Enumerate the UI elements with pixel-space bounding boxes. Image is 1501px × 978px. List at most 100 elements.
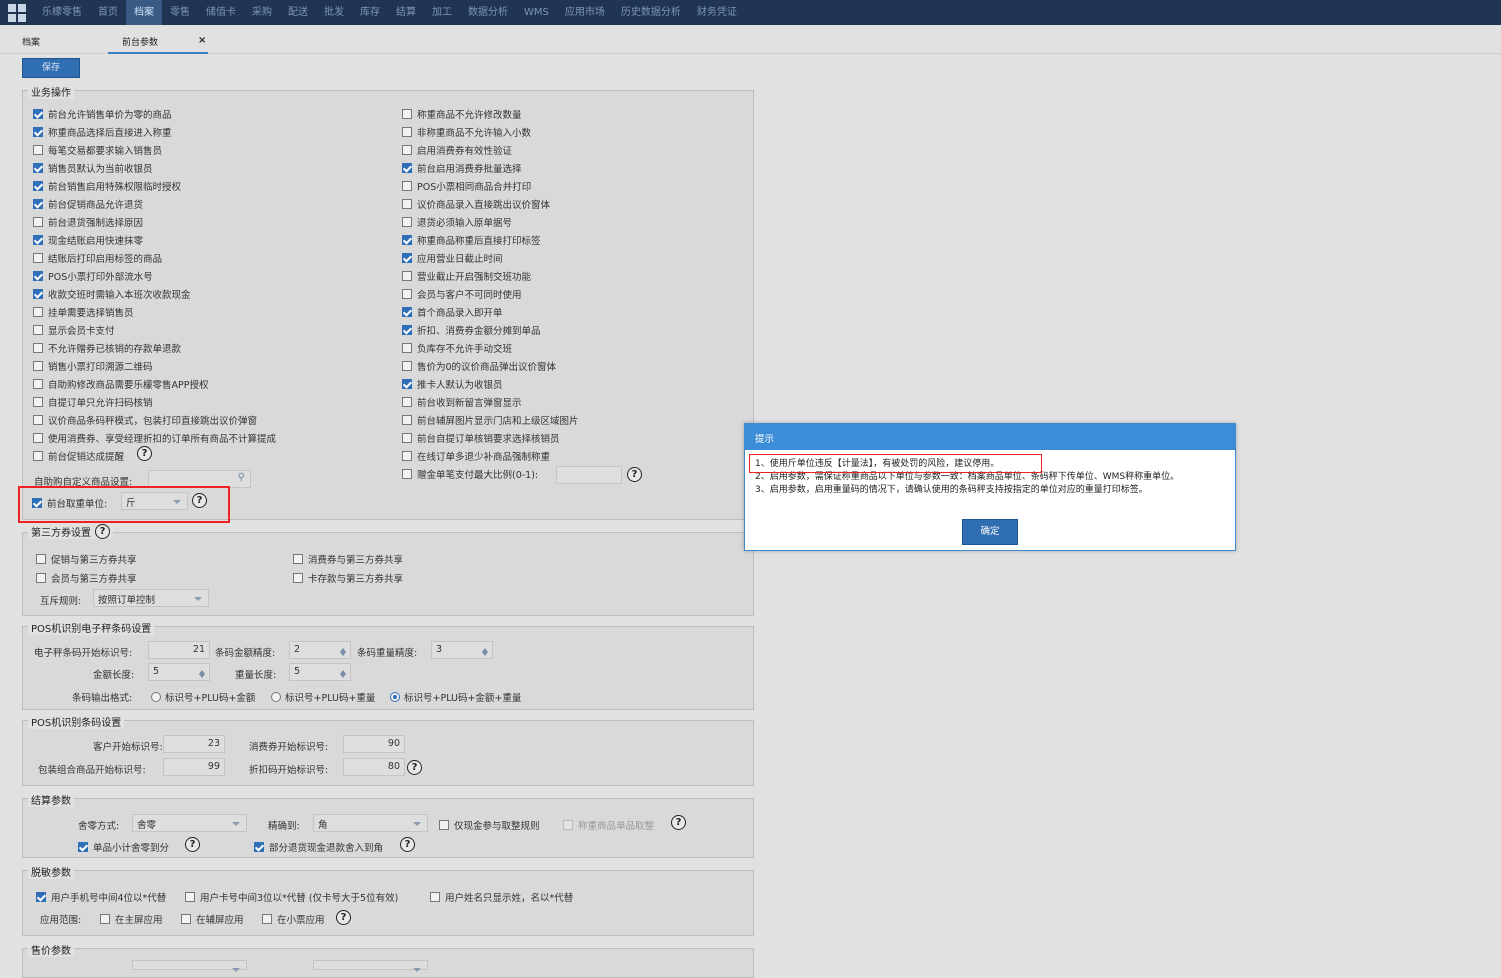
business-option-checkbox[interactable]: 前台促销商品允许退货 (33, 197, 143, 211)
nav-item[interactable]: 配送 (280, 0, 316, 25)
search-icon[interactable]: ⚲ (238, 472, 245, 483)
nav-item[interactable]: 储值卡 (198, 0, 244, 25)
business-option-checkbox[interactable]: 首个商品录入即开单 (402, 305, 503, 319)
checkbox-unchecked[interactable] (402, 469, 412, 479)
business-option-checkbox[interactable]: 在线订单多退少补商品强制称重 (402, 449, 550, 463)
nav-item[interactable]: 库存 (352, 0, 388, 25)
scale-start-input[interactable]: 21 (148, 641, 210, 659)
business-option-checkbox[interactable]: 销售小票打印溯源二维码 (33, 359, 153, 373)
checkbox-checked[interactable] (33, 163, 43, 173)
checkbox-unchecked[interactable] (402, 451, 412, 461)
business-option-checkbox[interactable]: 自助购修改商品需要乐檬零售APP授权 (33, 377, 208, 391)
nav-item[interactable]: 乐檬零售 (34, 0, 90, 25)
nav-item[interactable]: 批发 (316, 0, 352, 25)
checkbox-checked[interactable] (33, 109, 43, 119)
nav-item[interactable]: 加工 (424, 0, 460, 25)
refund-round-checkbox[interactable]: 部分退货现金退款舍入到角 (254, 840, 383, 854)
business-option-checkbox[interactable]: 应用营业日截止时间 (402, 251, 503, 265)
price-select[interactable] (132, 960, 247, 972)
checkbox-unchecked[interactable] (402, 289, 412, 299)
business-option-checkbox[interactable]: 前台允许销售单价为零的商品 (33, 107, 172, 121)
checkbox-unchecked[interactable] (402, 415, 412, 425)
help-icon[interactable]: ? (400, 837, 415, 852)
format-radio[interactable]: 标识号+PLU码+重量 (271, 690, 375, 704)
customer-input[interactable]: 23 (163, 735, 225, 753)
business-option-checkbox[interactable]: 前台启用消费券批量选择 (402, 161, 522, 175)
checkbox-checked[interactable] (402, 325, 412, 335)
checkbox-unchecked[interactable] (33, 397, 43, 407)
business-option-checkbox[interactable]: 启用消费券有效性验证 (402, 143, 512, 157)
checkbox-unchecked[interactable] (33, 361, 43, 371)
business-option-checkbox[interactable]: 前台退货强制选择原因 (33, 215, 143, 229)
checkbox-checked[interactable] (33, 271, 43, 281)
checkbox-unchecked[interactable] (33, 307, 43, 317)
checkbox-unchecked[interactable] (33, 343, 43, 353)
business-option-checkbox[interactable]: POS小票打印外部流水号 (33, 269, 153, 283)
business-option-checkbox[interactable]: 营业截止开启强制交班功能 (402, 269, 531, 283)
save-button[interactable]: 保存 (22, 58, 80, 78)
scope-ticket-checkbox[interactable]: 在小票应用 (262, 912, 325, 926)
scope-aux-checkbox[interactable]: 在辅屏应用 (181, 912, 244, 926)
weight-length-stepper[interactable]: 5 (289, 663, 351, 681)
business-option-checkbox[interactable]: 前台销售启用特殊权限临时授权 (33, 179, 181, 193)
coupon-input[interactable]: 90 (343, 735, 405, 753)
business-option-checkbox[interactable]: 显示会员卡支付 (33, 323, 115, 337)
third-party-checkbox[interactable]: 卡存款与第三方券共享 (293, 571, 403, 585)
precise-select[interactable]: 角 (313, 814, 428, 832)
checkbox-unchecked[interactable] (33, 145, 43, 155)
nav-item[interactable]: 零售 (162, 0, 198, 25)
price-select[interactable] (313, 960, 428, 972)
package-input[interactable]: 99 (163, 758, 225, 776)
business-option-checkbox[interactable]: 前台自提订单核销要求选择核销员 (402, 431, 560, 445)
name-mask-checkbox[interactable]: 用户姓名只显示姓，名以*代替 (430, 890, 573, 904)
checkbox-checked[interactable] (33, 181, 43, 191)
help-icon[interactable]: ? (627, 467, 642, 482)
cash-only-checkbox[interactable]: 仅现金参与取整规则 (439, 818, 540, 832)
format-radio[interactable]: 标识号+PLU码+金额+重量 (390, 690, 521, 704)
checkbox-checked[interactable] (402, 307, 412, 317)
app-grid-icon[interactable] (0, 0, 34, 25)
business-option-checkbox[interactable]: 销售员默认为当前收银员 (33, 161, 153, 175)
checkbox-unchecked[interactable] (402, 217, 412, 227)
business-option-checkbox[interactable]: 负库存不允许手动交班 (402, 341, 512, 355)
checkbox-unchecked[interactable] (33, 379, 43, 389)
checkbox-unchecked[interactable] (402, 181, 412, 191)
nav-item[interactable]: 数据分析 (460, 0, 516, 25)
help-icon[interactable]: ? (185, 837, 200, 852)
help-icon[interactable]: ? (407, 760, 422, 775)
checkbox-unchecked[interactable] (402, 127, 412, 137)
checkbox-unchecked[interactable] (33, 451, 43, 461)
business-option-checkbox[interactable]: 使用消费券、享受经理折扣的订单所有商品不计算提成 (33, 431, 276, 445)
business-option-checkbox[interactable]: 折扣、消费券金额分摊到单品 (402, 323, 541, 337)
nav-item[interactable]: 应用市场 (557, 0, 613, 25)
help-icon[interactable]: ? (671, 815, 686, 830)
third-party-checkbox[interactable]: 会员与第三方券共享 (36, 571, 137, 585)
discount-input[interactable]: 80 (343, 758, 405, 776)
checkbox-unchecked[interactable] (33, 325, 43, 335)
business-option-checkbox[interactable]: 议价商品条码秤模式，包装打印直接跳出议价弹窗 (33, 413, 257, 427)
business-option-checkbox[interactable]: 收款交班时需输入本班次收款现金 (33, 287, 191, 301)
nav-item[interactable]: WMS (516, 0, 557, 25)
checkbox-unchecked[interactable] (402, 145, 412, 155)
item-subtotal-checkbox[interactable]: 单品小计舍零到分 (78, 840, 169, 854)
business-option-checkbox[interactable]: 结账后打印启用标签的商品 (33, 251, 162, 265)
rule-select[interactable]: 按照订单控制 (93, 589, 209, 607)
business-option-checkbox[interactable]: 每笔交易都要求输入销售员 (33, 143, 162, 157)
weight-precision-stepper[interactable]: 3 (431, 641, 493, 659)
scope-main-checkbox[interactable]: 在主屏应用 (100, 912, 163, 926)
business-option-checkbox[interactable]: 自提订单只允许扫码核销 (33, 395, 153, 409)
help-icon[interactable]: ? (137, 446, 152, 461)
tab-archive[interactable]: 档案 (22, 35, 40, 48)
checkbox-unchecked[interactable] (402, 343, 412, 353)
checkbox-unchecked[interactable] (33, 415, 43, 425)
nav-item[interactable]: 档案 (126, 0, 162, 25)
checkbox-unchecked[interactable] (33, 253, 43, 263)
amount-length-stepper[interactable]: 5 (148, 663, 210, 681)
nav-item[interactable]: 结算 (388, 0, 424, 25)
amount-precision-stepper[interactable]: 2 (289, 641, 351, 659)
business-option-checkbox[interactable]: 前台促销达成提醒 (33, 449, 124, 463)
checkbox-checked[interactable] (33, 289, 43, 299)
nav-item[interactable]: 首页 (90, 0, 126, 25)
business-option-checkbox[interactable]: 称重商品选择后直接进入称重 (33, 125, 172, 139)
checkbox-unchecked[interactable] (402, 271, 412, 281)
